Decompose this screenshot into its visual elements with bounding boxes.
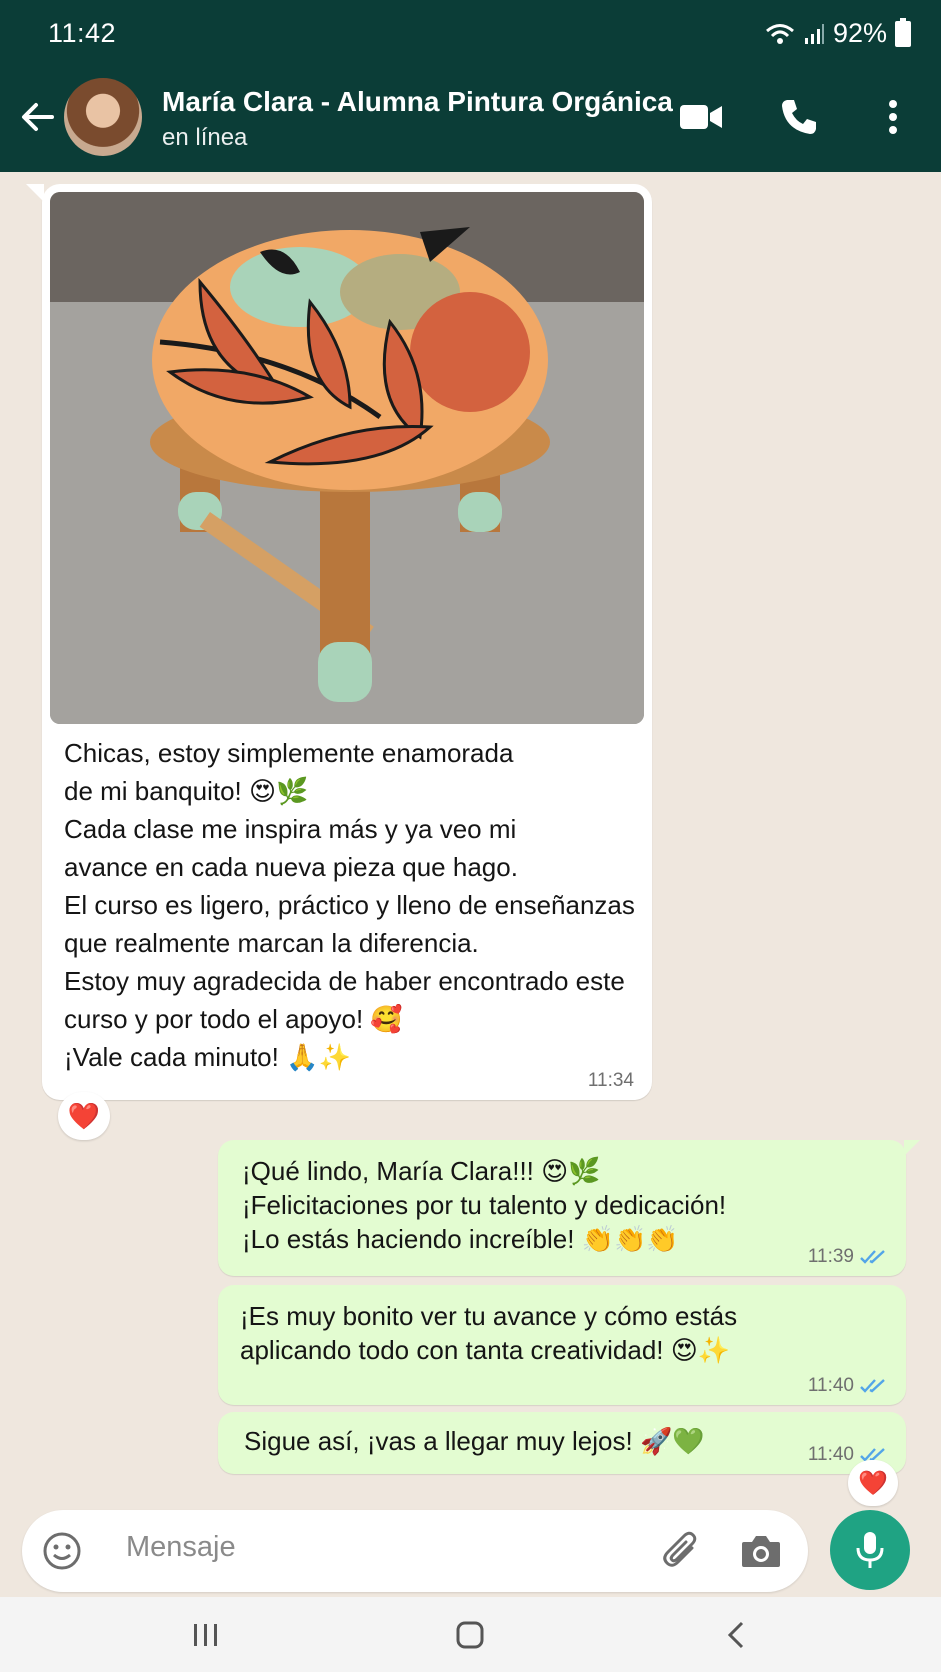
recents-nav-icon bbox=[194, 1623, 217, 1646]
message-time: 11:40 bbox=[807, 1375, 854, 1396]
incoming-message-text: Chicas, estoy simplemente enamorada de m… bbox=[64, 734, 644, 1076]
voice-call-button[interactable] bbox=[774, 92, 824, 142]
stool-photo[interactable] bbox=[50, 192, 644, 724]
message-reaction[interactable]: ❤️ bbox=[848, 1460, 898, 1506]
incoming-line: que realmente marcan la diferencia. bbox=[64, 928, 479, 958]
outgoing-line: ¡Qué lindo, María Clara!!! 😍🌿 bbox=[242, 1156, 601, 1186]
battery-icon bbox=[895, 17, 911, 47]
incoming-message[interactable]: Chicas, estoy simplemente enamorada de m… bbox=[26, 184, 652, 1100]
signal-icon bbox=[804, 23, 824, 44]
message-meta: 11:40 bbox=[808, 1375, 888, 1397]
back-nav-button[interactable] bbox=[706, 1607, 766, 1662]
message-reaction[interactable]: ❤️ bbox=[58, 1092, 110, 1140]
more-vert-icon bbox=[889, 100, 897, 134]
status-indicators: 92% bbox=[765, 17, 911, 49]
heart-reaction: ❤️ bbox=[858, 1469, 888, 1497]
outgoing-message[interactable]: ¡Es muy bonito ver tu avance y cómo está… bbox=[218, 1285, 906, 1405]
mic-icon bbox=[856, 1532, 884, 1568]
double-check-icon bbox=[860, 1379, 885, 1393]
system-nav-bar bbox=[0, 1597, 941, 1672]
back-nav-icon bbox=[727, 1621, 744, 1648]
incoming-line: Cada clase me inspira más y ya veo mi bbox=[64, 814, 517, 844]
outgoing-line: ¡Es muy bonito ver tu avance y cómo está… bbox=[240, 1301, 738, 1331]
double-check-icon bbox=[860, 1250, 885, 1264]
outgoing-message-text: ¡Qué lindo, María Clara!!! 😍🌿 ¡Felicitac… bbox=[242, 1154, 726, 1256]
incoming-line: de mi banquito! 😍🌿 bbox=[64, 776, 309, 806]
contact-name[interactable]: María Clara - Alumna Pintura Orgánica bbox=[162, 86, 673, 118]
message-input[interactable]: Mensaje bbox=[126, 1531, 236, 1564]
video-call-icon bbox=[680, 105, 722, 129]
incoming-line: El curso es ligero, práctico y lleno de … bbox=[64, 890, 635, 920]
incoming-line: Estoy muy agradecida de haber encontrado… bbox=[64, 966, 625, 996]
incoming-line: curso y por todo el apoyo! 🥰 bbox=[64, 1004, 403, 1034]
contact-avatar[interactable] bbox=[64, 78, 142, 156]
video-call-button[interactable] bbox=[676, 92, 726, 142]
home-button[interactable] bbox=[440, 1607, 500, 1662]
outgoing-line: aplicando todo con tanta creatividad! 😍✨ bbox=[240, 1335, 731, 1365]
phone-icon bbox=[782, 100, 816, 134]
emoji-icon[interactable] bbox=[42, 1531, 82, 1571]
battery-percent: 92% bbox=[832, 18, 887, 48]
outgoing-message-text: Sigue así, ¡vas a llegar muy lejos! 🚀💚 bbox=[244, 1424, 705, 1458]
outgoing-message[interactable]: ¡Qué lindo, María Clara!!! 😍🌿 ¡Felicitac… bbox=[218, 1140, 920, 1276]
outgoing-line: ¡Lo estás haciendo increíble! 👏👏👏 bbox=[242, 1224, 679, 1254]
incoming-line: Chicas, estoy simplemente enamorada bbox=[64, 738, 514, 768]
back-arrow-icon[interactable] bbox=[16, 95, 60, 139]
attach-icon[interactable] bbox=[662, 1530, 702, 1572]
top-bar: 11:42 92% María Clara - Alumna Pintura O… bbox=[0, 0, 941, 172]
stool-illustration bbox=[50, 192, 644, 724]
message-composer: Mensaje bbox=[22, 1510, 808, 1592]
home-nav-icon bbox=[456, 1621, 484, 1648]
recents-button[interactable] bbox=[176, 1607, 236, 1662]
message-time: 11:34 bbox=[587, 1070, 634, 1091]
message-time: 11:39 bbox=[807, 1246, 854, 1267]
heart-reaction: ❤️ bbox=[67, 1100, 101, 1131]
message-time: 11:40 bbox=[807, 1444, 854, 1465]
incoming-line: ¡Vale cada minuto! 🙏✨ bbox=[64, 1042, 351, 1072]
mic-button[interactable] bbox=[830, 1510, 910, 1590]
outgoing-line: Sigue así, ¡vas a llegar muy lejos! 🚀💚 bbox=[244, 1426, 705, 1456]
outgoing-message-text: ¡Es muy bonito ver tu avance y cómo está… bbox=[240, 1299, 737, 1367]
contact-presence: en línea bbox=[162, 124, 248, 151]
more-options-button[interactable] bbox=[868, 92, 918, 142]
incoming-line: avance en cada nueva pieza que hago. bbox=[64, 852, 518, 882]
camera-icon[interactable] bbox=[740, 1532, 782, 1570]
status-time: 11:42 bbox=[48, 18, 117, 48]
wifi-icon bbox=[765, 23, 794, 44]
message-meta: 11:39 bbox=[808, 1246, 888, 1268]
outgoing-line: ¡Felicitaciones por tu talento y dedicac… bbox=[242, 1190, 727, 1220]
outgoing-message[interactable]: Sigue así, ¡vas a llegar muy lejos! 🚀💚 1… bbox=[218, 1412, 906, 1474]
